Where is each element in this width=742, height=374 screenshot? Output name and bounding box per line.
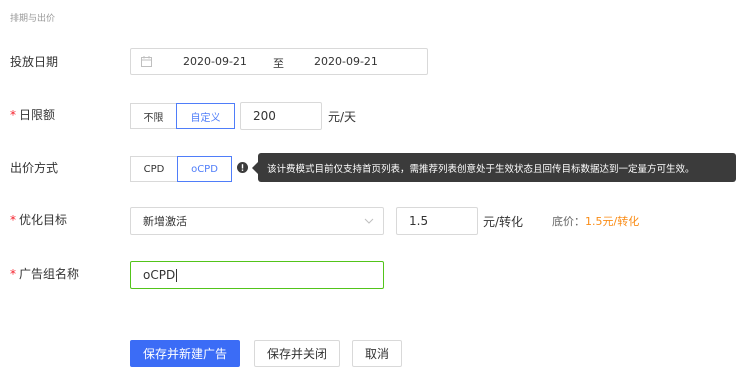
daily-budget-label: * 日限额 <box>10 107 55 123</box>
date-separator: 至 <box>273 57 284 70</box>
bid-option-ocpd[interactable]: oCPD <box>177 156 232 182</box>
required-mark: * <box>10 108 16 122</box>
floor-price: 底价：1.5元/转化 <box>552 213 639 229</box>
chevron-down-icon <box>364 218 374 224</box>
optimization-goal-select[interactable]: 新增激活 <box>130 207 384 235</box>
daily-budget-unit: 元/天 <box>328 110 357 124</box>
floor-price-label: 底价： <box>552 215 585 228</box>
save-and-new-ad-button[interactable]: 保存并新建广告 <box>130 340 240 367</box>
optimization-goal-label: * 优化目标 <box>10 212 67 228</box>
bid-option-cpd[interactable]: CPD <box>130 156 178 182</box>
cancel-button[interactable]: 取消 <box>352 340 402 367</box>
end-date[interactable]: 2020-09-21 <box>314 55 378 68</box>
schedule-label: 投放日期 <box>10 54 58 70</box>
bid-price-unit: 元/转化 <box>483 215 524 229</box>
daily-budget-label-text: 日限额 <box>19 108 56 122</box>
floor-price-unit: 元/转化 <box>602 215 640 228</box>
text-cursor <box>176 268 178 282</box>
daily-budget-input[interactable]: 200 <box>240 102 322 130</box>
bid-method-tooltip: 该计费模式目前仅支持首页列表，需推荐列表创意处于生效状态且回传目标数据达到一定量… <box>252 153 736 182</box>
start-date[interactable]: 2020-09-21 <box>183 55 247 68</box>
optimization-goal-value: 新增激活 <box>143 215 187 228</box>
section-title: 排期与出价 <box>10 14 56 24</box>
ad-group-name-value: oCPD <box>143 268 176 282</box>
required-mark: * <box>10 267 16 281</box>
optimization-goal-label-text: 优化目标 <box>19 213 68 227</box>
ad-group-name-input[interactable]: oCPD <box>130 261 384 289</box>
required-mark: * <box>10 213 16 227</box>
budget-option-unlimited[interactable]: 不限 <box>130 103 177 129</box>
date-range-picker[interactable]: 2020-09-21 至 2020-09-21 <box>130 48 428 75</box>
schedule-label-text: 投放日期 <box>10 55 59 69</box>
bid-method-toggle: CPD oCPD <box>130 155 232 183</box>
bid-price-input[interactable]: 1.5 <box>396 207 478 235</box>
budget-option-custom[interactable]: 自定义 <box>176 103 235 129</box>
ad-group-name-label: * 广告组名称 <box>10 266 79 282</box>
bid-method-label: 出价方式 <box>10 160 58 176</box>
ad-group-schedule-bid-form: 排期与出价 投放日期 2020-09-21 至 2020-09-21 * 日限额 … <box>0 0 742 374</box>
info-warning-icon[interactable] <box>237 162 248 173</box>
bid-method-label-text: 出价方式 <box>10 161 59 175</box>
save-and-close-button[interactable]: 保存并关闭 <box>254 340 340 367</box>
daily-budget-toggle: 不限 自定义 <box>130 102 235 130</box>
ad-group-name-label-text: 广告组名称 <box>19 267 80 281</box>
floor-price-value: 1.5 <box>585 215 603 228</box>
calendar-icon <box>141 56 152 67</box>
